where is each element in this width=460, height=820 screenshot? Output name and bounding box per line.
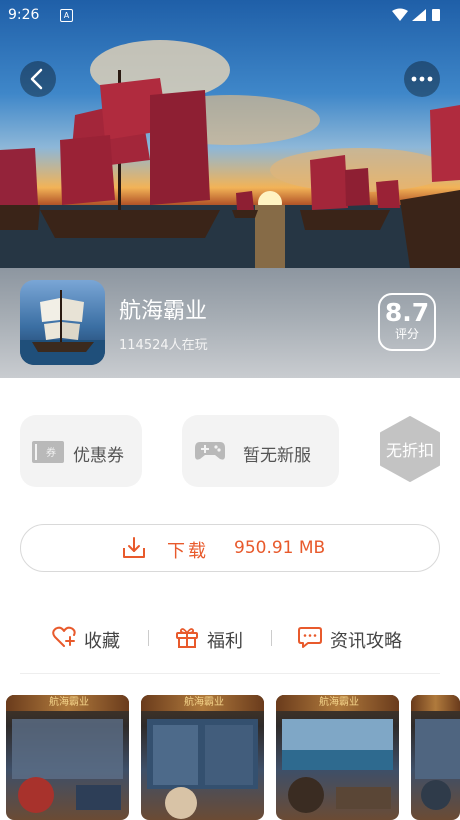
rating-score: 8.7 [384,298,430,327]
coupon-label: 优惠券 [73,446,124,466]
screenshot-art [12,719,123,813]
download-button[interactable]: 下载 950.91 MB [20,524,440,572]
action-separator [148,630,149,646]
gamepad-icon [195,442,225,460]
discount-label: 无折扣 [385,441,434,460]
more-dots-icon [411,76,433,82]
favorite-action[interactable]: 收藏 [52,626,132,652]
screenshot-thumbnail[interactable]: 航海霸业 [6,695,129,820]
game-app-icon [20,280,105,365]
download-size: 950.91 MB [234,538,326,558]
svg-text:券: 券 [46,446,56,459]
section-divider [20,673,440,674]
notification-icon: A [60,9,73,22]
chat-bubble-icon [298,627,322,648]
back-button[interactable] [20,61,56,97]
rating-badge: 8.7 评分 [378,293,436,351]
chevron-left-icon [30,68,43,90]
heart-plus-icon [52,626,76,647]
discount-badge[interactable]: 无折扣 [378,416,442,482]
status-icons [390,8,450,22]
signal-icon [412,9,426,21]
download-label: 下载 [167,541,209,562]
screenshot-art [282,719,393,813]
new-server-label: 暂无新服 [243,446,311,466]
welfare-label: 福利 [207,631,243,652]
wifi-icon [392,8,408,21]
more-button[interactable] [404,61,440,97]
gift-icon [176,628,198,648]
rating-label: 评分 [394,327,419,341]
screenshot-thumbnail[interactable]: 航海霸业 [276,695,399,820]
action-separator [271,630,272,646]
screenshot-art [415,719,460,810]
screenshot-thumbnail[interactable]: 航海霸业 [141,695,264,820]
screenshot-thumbnail[interactable] [411,695,460,820]
guide-action[interactable]: 资讯攻略 [298,626,418,652]
coupon-tag[interactable]: 券 优惠券 [20,415,142,487]
welfare-action[interactable]: 福利 [175,626,255,652]
hero-banner: 9:26 A [0,0,460,268]
status-time: 9:26 [8,7,40,23]
hero-illustration [0,40,460,268]
guide-label: 资讯攻略 [330,631,402,652]
battery-icon [432,9,440,21]
download-icon [123,537,145,558]
new-server-tag[interactable]: 暂无新服 [182,415,339,487]
screenshot-art [147,719,258,819]
game-title: 航海霸业 [119,299,208,324]
ship-icon [20,290,105,365]
favorite-label: 收藏 [84,631,120,652]
status-bar: 9:26 A [0,0,460,30]
player-count: 114524人在玩 [119,338,208,353]
game-info-strip: 航海霸业 114524人在玩 8.7 评分 [0,268,460,378]
coupon-icon: 券 [32,441,64,463]
